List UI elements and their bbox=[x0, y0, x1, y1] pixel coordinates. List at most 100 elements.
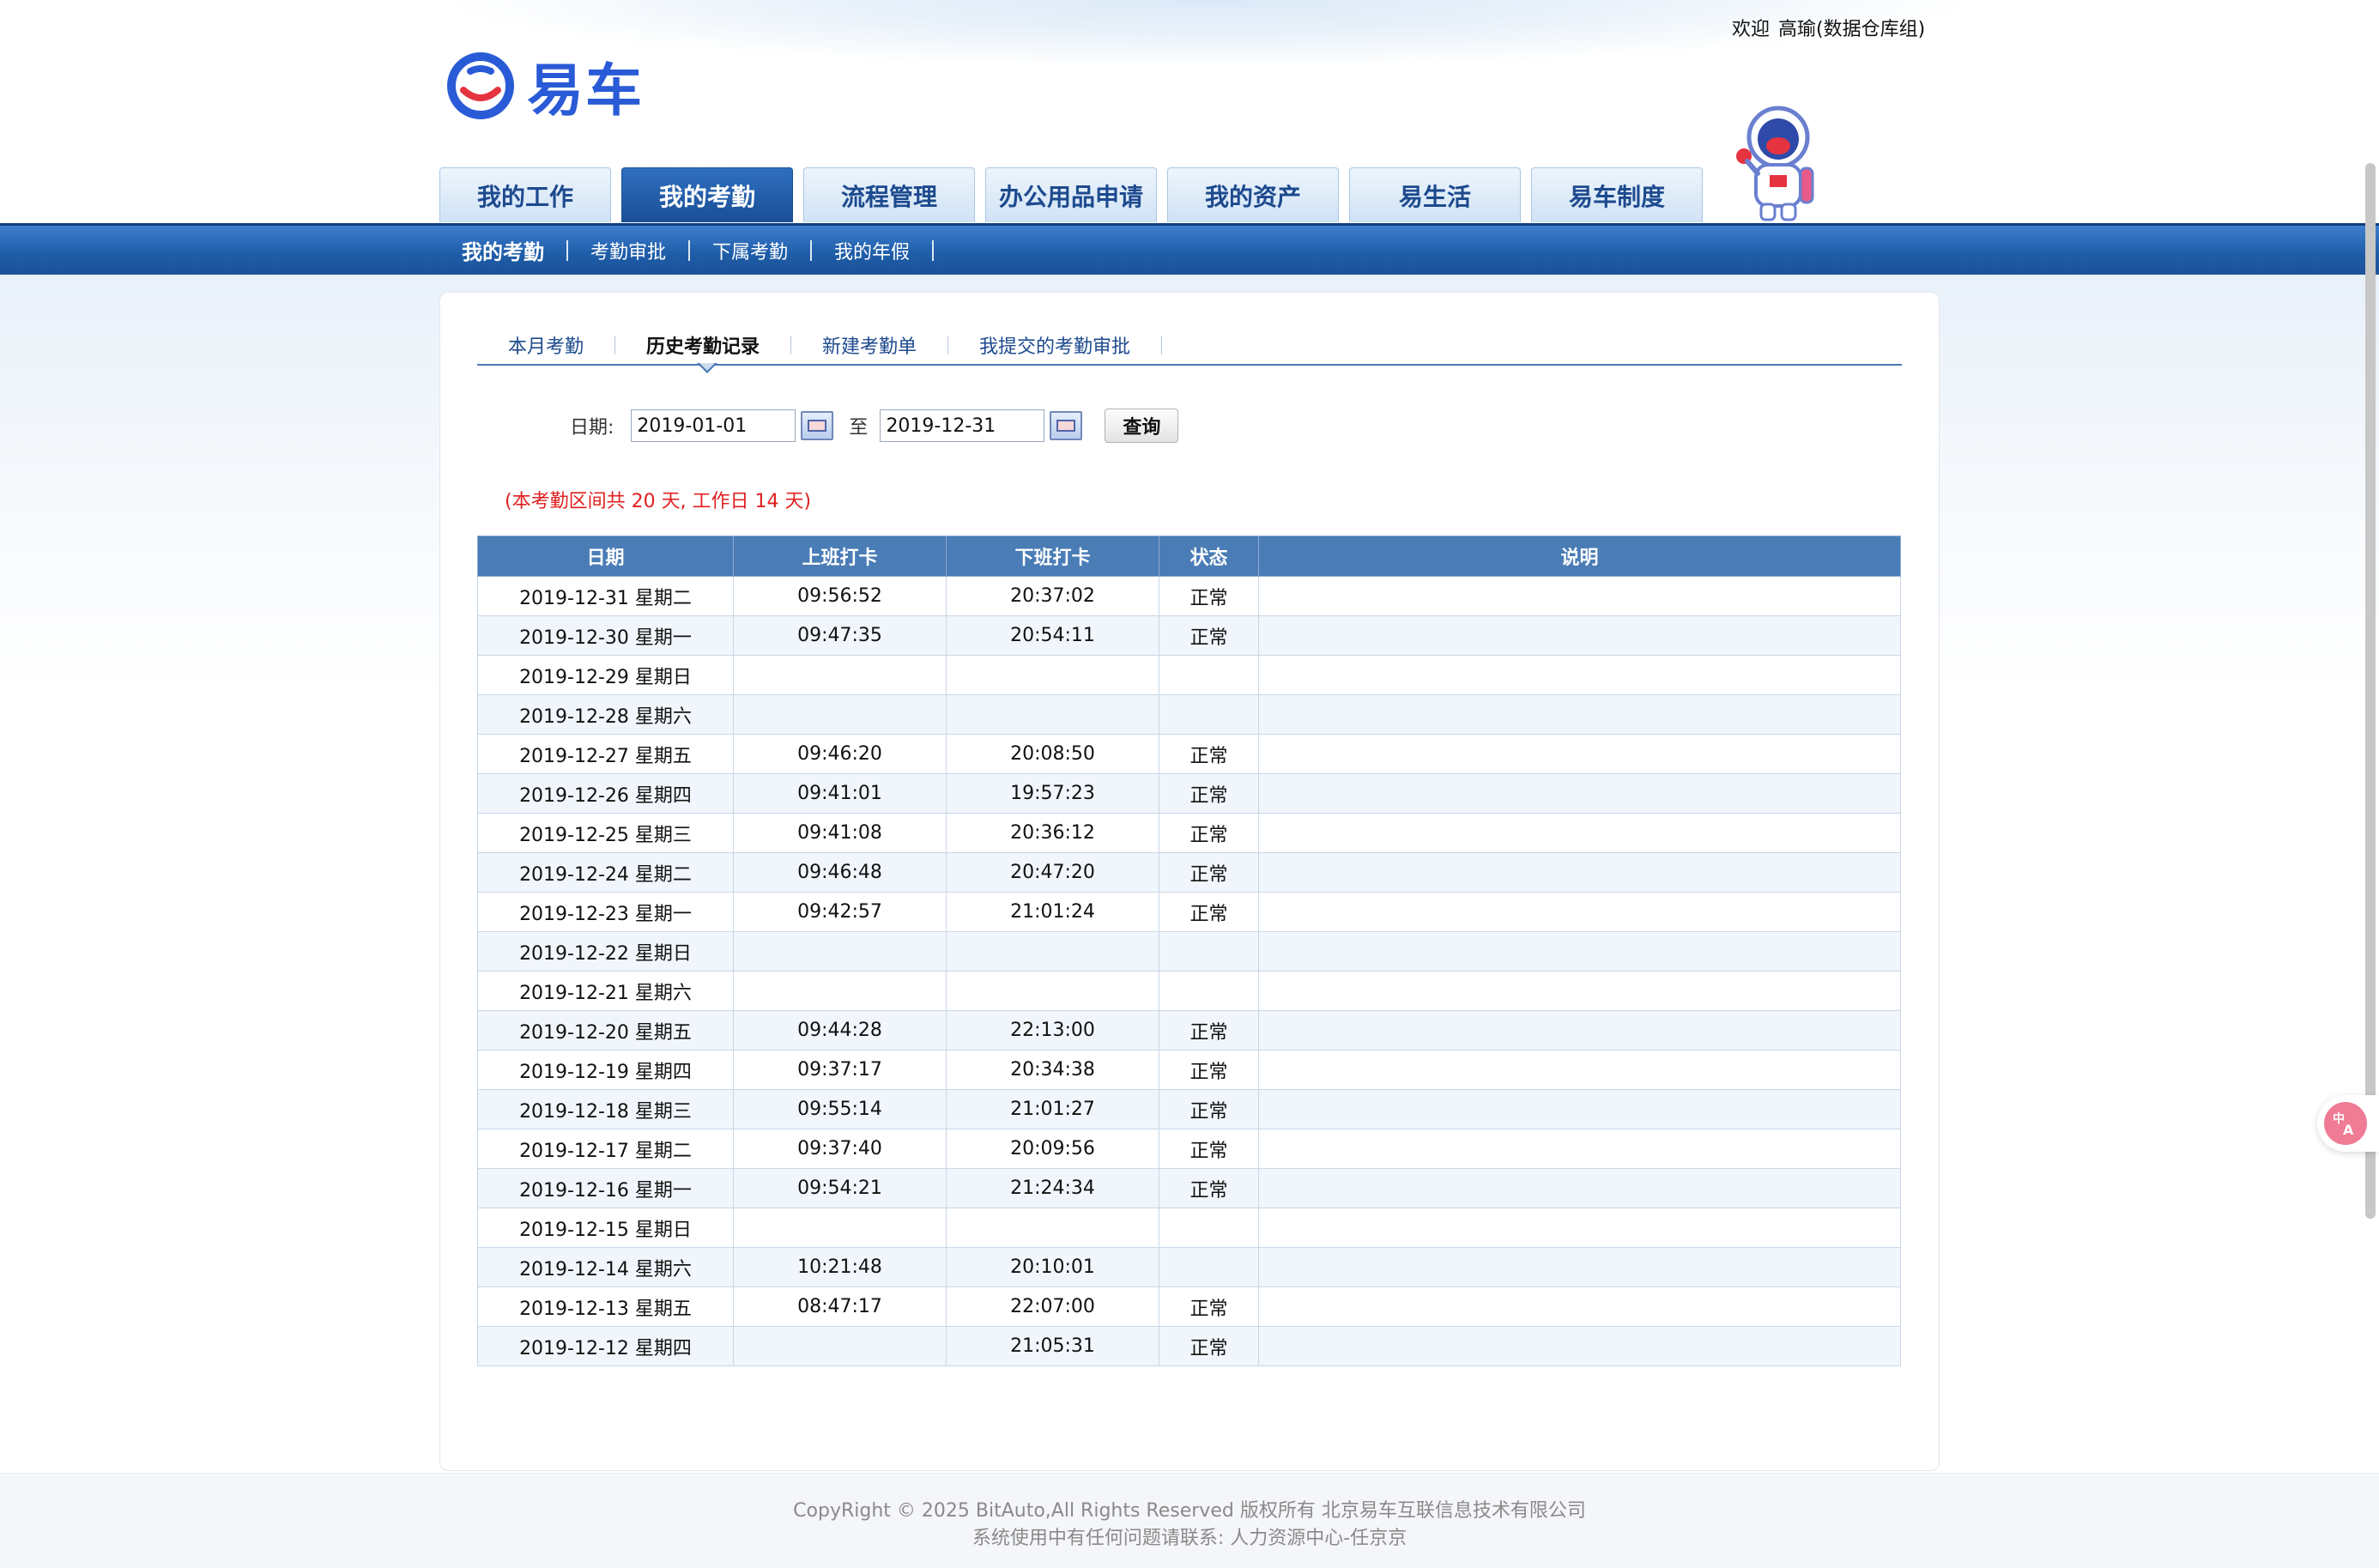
end-calendar-icon[interactable] bbox=[1050, 411, 1083, 440]
cell-note bbox=[1258, 576, 1901, 616]
main-nav: 我的工作 我的考勤 流程管理 办公用品申请 我的资产 易生活 易车制度 bbox=[439, 167, 1713, 223]
cell-status: 正常 bbox=[1159, 773, 1259, 814]
cell-status: 正常 bbox=[1159, 852, 1259, 893]
cell-note bbox=[1258, 734, 1901, 774]
cell-date: 2019-12-13 星期五 bbox=[477, 1286, 734, 1327]
cell-clock-out bbox=[946, 1208, 1159, 1248]
cell-note bbox=[1258, 892, 1901, 932]
cell-note bbox=[1258, 1010, 1901, 1050]
table-row: 2019-12-27 星期五 09:46:20 20:08:50 正常 bbox=[477, 734, 1901, 774]
cell-date: 2019-12-30 星期一 bbox=[477, 615, 734, 656]
table-row: 2019-12-18 星期三 09:55:14 21:01:27 正常 bbox=[477, 1089, 1901, 1129]
start-date-input[interactable] bbox=[631, 409, 796, 442]
table-row: 2019-12-31 星期二 09:56:52 20:37:02 正常 bbox=[477, 576, 1901, 616]
cell-status: 正常 bbox=[1159, 615, 1259, 656]
cell-clock-out: 20:09:56 bbox=[946, 1129, 1159, 1169]
header-status: 状态 bbox=[1159, 536, 1259, 577]
subnav-my-annual-leave[interactable]: 我的年假 bbox=[812, 237, 932, 264]
table-row: 2019-12-16 星期一 09:54:21 21:24:34 正常 bbox=[477, 1168, 1901, 1208]
cell-clock-in: 09:42:57 bbox=[733, 892, 947, 932]
footer-contact: 系统使用中有任何问题请联系: 人力资源中心-任京京 bbox=[972, 1528, 1407, 1549]
nav-tab-my-assets[interactable]: 我的资产 bbox=[1167, 167, 1339, 222]
table-row: 2019-12-30 星期一 09:47:35 20:54:11 正常 bbox=[477, 615, 1901, 656]
header-clock-out: 下班打卡 bbox=[946, 536, 1159, 577]
cell-note bbox=[1258, 1247, 1901, 1287]
cell-status bbox=[1159, 655, 1259, 695]
cell-date: 2019-12-28 星期六 bbox=[477, 694, 734, 735]
cell-note bbox=[1258, 615, 1901, 656]
table-row: 2019-12-23 星期一 09:42:57 21:01:24 正常 bbox=[477, 892, 1901, 932]
cell-status: 正常 bbox=[1159, 1168, 1259, 1208]
cell-note bbox=[1258, 931, 1901, 972]
cell-status: 正常 bbox=[1159, 813, 1259, 853]
nav-tab-office-supplies[interactable]: 办公用品申请 bbox=[985, 167, 1157, 222]
cell-note bbox=[1258, 1326, 1901, 1366]
cell-status bbox=[1159, 1208, 1259, 1248]
cell-status: 正常 bbox=[1159, 1326, 1259, 1366]
cell-status: 正常 bbox=[1159, 734, 1259, 774]
table-row: 2019-12-19 星期四 09:37:17 20:34:38 正常 bbox=[477, 1050, 1901, 1090]
attendance-subtabs: 本月考勤 历史考勤记录 新建考勤单 我提交的考勤审批 bbox=[477, 326, 1902, 366]
translate-floating-button[interactable]: 中 A bbox=[2317, 1095, 2379, 1152]
start-calendar-icon[interactable] bbox=[801, 411, 834, 440]
cell-date: 2019-12-16 星期一 bbox=[477, 1168, 734, 1208]
user-name[interactable]: 高瑜(数据仓库组) bbox=[1778, 19, 1925, 40]
query-button[interactable]: 查询 bbox=[1105, 409, 1179, 443]
cell-status: 正常 bbox=[1159, 892, 1259, 932]
subtab-this-month[interactable]: 本月考勤 bbox=[477, 331, 614, 359]
logo-icon bbox=[445, 52, 517, 119]
cell-note bbox=[1258, 852, 1901, 893]
nav-tab-my-attendance[interactable]: 我的考勤 bbox=[621, 167, 793, 222]
cell-status bbox=[1159, 694, 1259, 735]
end-date-input[interactable] bbox=[880, 409, 1045, 442]
cell-date: 2019-12-12 星期四 bbox=[477, 1326, 734, 1366]
active-tab-indicator-inner bbox=[699, 363, 715, 371]
cell-clock-out: 22:07:00 bbox=[946, 1286, 1159, 1327]
subnav-subordinate-attendance[interactable]: 下属考勤 bbox=[690, 237, 810, 264]
table-row: 2019-12-13 星期五 08:47:17 22:07:00 正常 bbox=[477, 1286, 1901, 1327]
cell-status bbox=[1159, 1247, 1259, 1287]
cell-clock-out bbox=[946, 931, 1159, 972]
cell-date: 2019-12-31 星期二 bbox=[477, 576, 734, 616]
table-header-row: 日期 上班打卡 下班打卡 状态 说明 bbox=[477, 536, 1901, 577]
cell-status bbox=[1159, 931, 1259, 972]
table-row: 2019-12-26 星期四 09:41:01 19:57:23 正常 bbox=[477, 773, 1901, 814]
subnav-my-attendance[interactable]: 我的考勤 bbox=[460, 235, 566, 265]
cell-clock-out bbox=[946, 971, 1159, 1011]
table-row: 2019-12-12 星期四 21:05:31 正常 bbox=[477, 1326, 1901, 1366]
cell-note bbox=[1258, 773, 1901, 814]
date-label: 日期: bbox=[570, 417, 614, 439]
cell-note bbox=[1258, 694, 1901, 735]
cell-clock-in: 09:37:40 bbox=[733, 1129, 947, 1169]
cell-note bbox=[1258, 1050, 1901, 1090]
logo[interactable]: 易车 bbox=[445, 51, 644, 124]
table-row: 2019-12-25 星期三 09:41:08 20:36:12 正常 bbox=[477, 813, 1901, 853]
cell-clock-out: 19:57:23 bbox=[946, 773, 1159, 814]
table-row: 2019-12-15 星期日 bbox=[477, 1208, 1901, 1248]
cell-clock-in: 10:21:48 bbox=[733, 1247, 947, 1287]
nav-tab-life[interactable]: 易生活 bbox=[1349, 167, 1521, 222]
nav-tab-policy[interactable]: 易车制度 bbox=[1531, 167, 1703, 222]
table-row: 2019-12-28 星期六 bbox=[477, 694, 1901, 735]
table-row: 2019-12-17 星期二 09:37:40 20:09:56 正常 bbox=[477, 1129, 1901, 1169]
cell-note bbox=[1258, 655, 1901, 695]
subnav-attendance-approval[interactable]: 考勤审批 bbox=[568, 237, 688, 264]
nav-tab-my-work[interactable]: 我的工作 bbox=[439, 167, 611, 222]
cell-note bbox=[1258, 1089, 1901, 1129]
subtab-my-submitted[interactable]: 我提交的考勤审批 bbox=[948, 331, 1161, 359]
cell-status: 正常 bbox=[1159, 1129, 1259, 1169]
page-scrollbar[interactable] bbox=[2365, 163, 2376, 1219]
cell-clock-in bbox=[733, 1326, 947, 1366]
cell-note bbox=[1258, 1286, 1901, 1327]
nav-tab-workflow[interactable]: 流程管理 bbox=[803, 167, 975, 222]
subtab-history[interactable]: 历史考勤记录 bbox=[615, 331, 790, 359]
table-row: 2019-12-22 星期日 bbox=[477, 931, 1901, 972]
cell-clock-in: 08:47:17 bbox=[733, 1286, 947, 1327]
cell-date: 2019-12-25 星期三 bbox=[477, 813, 734, 853]
cell-clock-in: 09:54:21 bbox=[733, 1168, 947, 1208]
attendance-table: 日期 上班打卡 下班打卡 状态 说明 2019-12-31 星期二 09:56:5… bbox=[477, 536, 1901, 1366]
subtab-new-form[interactable]: 新建考勤单 bbox=[791, 331, 947, 359]
cell-date: 2019-12-19 星期四 bbox=[477, 1050, 734, 1090]
cell-clock-out: 21:01:24 bbox=[946, 892, 1159, 932]
cell-status: 正常 bbox=[1159, 1089, 1259, 1129]
